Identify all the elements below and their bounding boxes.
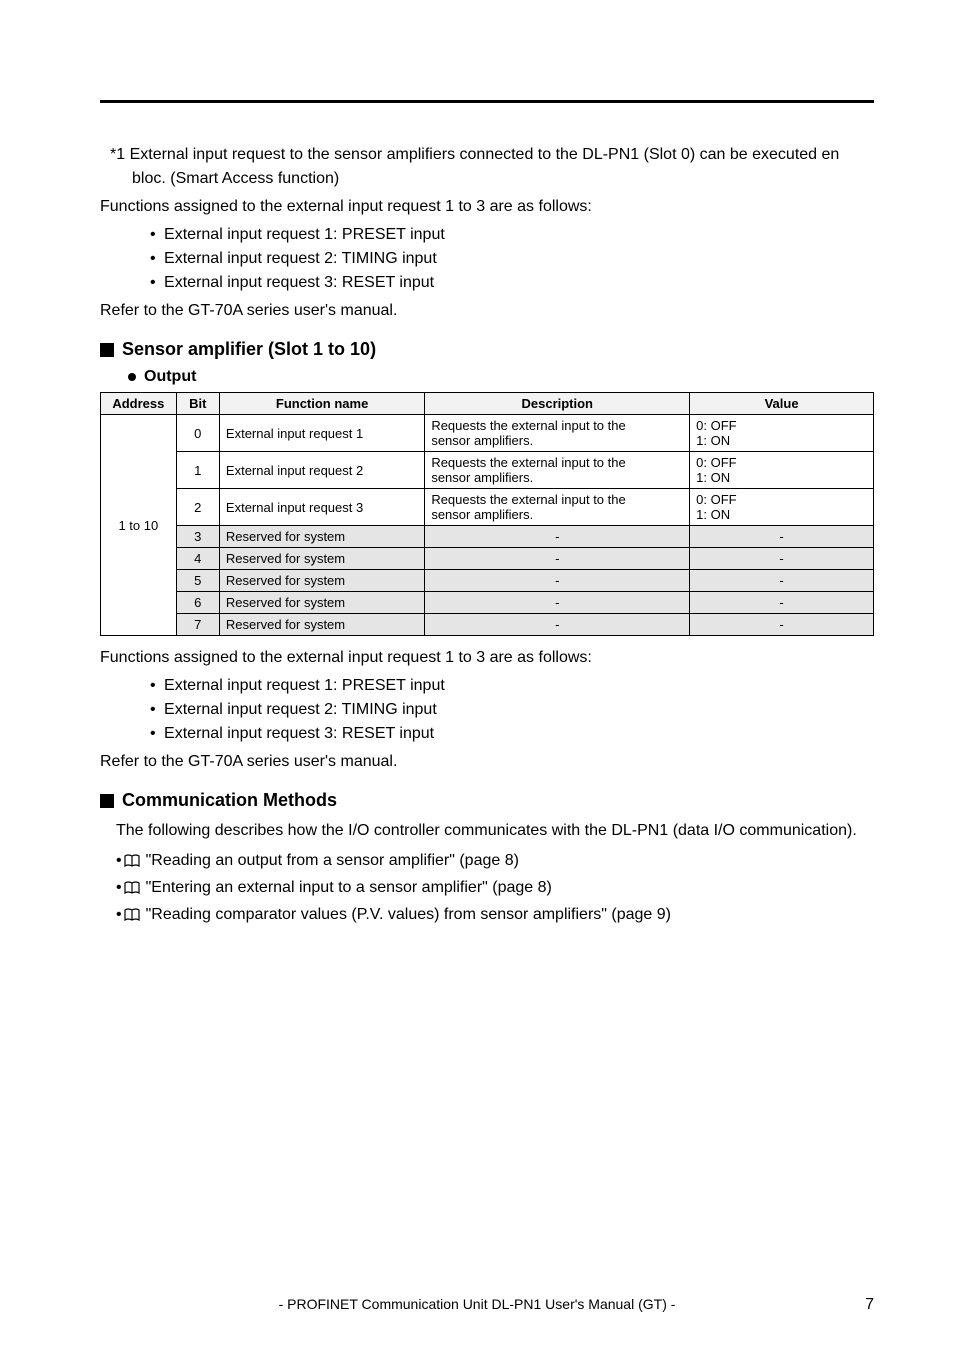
book-icon [124, 881, 140, 895]
footnote-1: *1 External input request to the sensor … [100, 143, 874, 191]
th-bit: Bit [176, 393, 219, 415]
th-function-name: Function name [219, 393, 424, 415]
link-text: "Reading an output from a sensor amplifi… [146, 847, 519, 874]
list-item: External input request 2: TIMING input [150, 247, 874, 271]
td-desc: - [425, 526, 690, 548]
td-value: - [690, 526, 874, 548]
td-func: Reserved for system [219, 592, 424, 614]
list-item: External input request 1: PRESET input [150, 223, 874, 247]
communication-methods-heading: Communication Methods [100, 790, 874, 811]
table-row: 2 External input request 3 Requests the … [101, 489, 874, 526]
table-row: 1 External input request 2 Requests the … [101, 452, 874, 489]
td-value: 0: OFF1: ON [690, 452, 874, 489]
footer-text: - PROFINET Communication Unit DL-PN1 Use… [0, 1296, 954, 1312]
functions-intro-2: Functions assigned to the external input… [100, 646, 874, 670]
td-desc: - [425, 548, 690, 570]
td-address: 1 to 10 [101, 415, 177, 636]
comm-links-list: • "Reading an output from a sensor ampli… [100, 847, 874, 929]
book-icon [124, 854, 140, 868]
td-desc: Requests the external input to thesensor… [425, 489, 690, 526]
td-value: 0: OFF1: ON [690, 415, 874, 452]
td-desc: - [425, 570, 690, 592]
heading-label: Sensor amplifier (Slot 1 to 10) [122, 339, 376, 360]
table-row: 7 Reserved for system - - [101, 614, 874, 636]
sensor-amplifier-heading: Sensor amplifier (Slot 1 to 10) [100, 339, 874, 360]
td-func: Reserved for system [219, 614, 424, 636]
td-desc: - [425, 614, 690, 636]
link-text: "Entering an external input to a sensor … [146, 874, 552, 901]
functions-intro-1: Functions assigned to the external input… [100, 195, 874, 219]
td-bit: 2 [176, 489, 219, 526]
td-func: Reserved for system [219, 548, 424, 570]
list-item: External input request 1: PRESET input [150, 674, 874, 698]
page-number: 7 [865, 1296, 874, 1314]
output-table: Address Bit Function name Description Va… [100, 392, 874, 636]
subheading-label: Output [144, 368, 196, 386]
td-value: - [690, 548, 874, 570]
table-row: 1 to 10 0 External input request 1 Reque… [101, 415, 874, 452]
td-value: - [690, 592, 874, 614]
td-value: - [690, 570, 874, 592]
th-address: Address [101, 393, 177, 415]
td-desc: Requests the external input to thesensor… [425, 452, 690, 489]
td-bit: 0 [176, 415, 219, 452]
top-rule [100, 100, 874, 103]
td-func: Reserved for system [219, 570, 424, 592]
list-item: External input request 3: RESET input [150, 271, 874, 295]
table-header-row: Address Bit Function name Description Va… [101, 393, 874, 415]
comm-link-item: • "Reading comparator values (P.V. value… [116, 901, 874, 928]
td-bit: 6 [176, 592, 219, 614]
td-func: External input request 3 [219, 489, 424, 526]
td-func: External input request 2 [219, 452, 424, 489]
refer-text-2: Refer to the GT-70A series user's manual… [100, 750, 874, 774]
td-bit: 3 [176, 526, 219, 548]
table-row: 5 Reserved for system - - [101, 570, 874, 592]
table-row: 6 Reserved for system - - [101, 592, 874, 614]
list-item: External input request 3: RESET input [150, 722, 874, 746]
td-bit: 7 [176, 614, 219, 636]
refer-text-1: Refer to the GT-70A series user's manual… [100, 299, 874, 323]
td-desc: Requests the external input to thesensor… [425, 415, 690, 452]
comm-link-item: • "Reading an output from a sensor ampli… [116, 847, 874, 874]
list-item: External input request 2: TIMING input [150, 698, 874, 722]
comm-link-item: • "Entering an external input to a senso… [116, 874, 874, 901]
function-bullets-2: External input request 1: PRESET input E… [100, 674, 874, 746]
table-row: 4 Reserved for system - - [101, 548, 874, 570]
heading-label: Communication Methods [122, 790, 337, 811]
td-bit: 5 [176, 570, 219, 592]
link-text: "Reading comparator values (P.V. values)… [146, 901, 671, 928]
table-row: 3 Reserved for system - - [101, 526, 874, 548]
th-description: Description [425, 393, 690, 415]
td-func: External input request 1 [219, 415, 424, 452]
td-bit: 1 [176, 452, 219, 489]
td-value: - [690, 614, 874, 636]
td-value: 0: OFF1: ON [690, 489, 874, 526]
book-icon [124, 908, 140, 922]
td-bit: 4 [176, 548, 219, 570]
output-heading: Output [100, 368, 874, 386]
th-value: Value [690, 393, 874, 415]
td-func: Reserved for system [219, 526, 424, 548]
comm-intro: The following describes how the I/O cont… [100, 819, 874, 843]
td-desc: - [425, 592, 690, 614]
function-bullets-1: External input request 1: PRESET input E… [100, 223, 874, 295]
